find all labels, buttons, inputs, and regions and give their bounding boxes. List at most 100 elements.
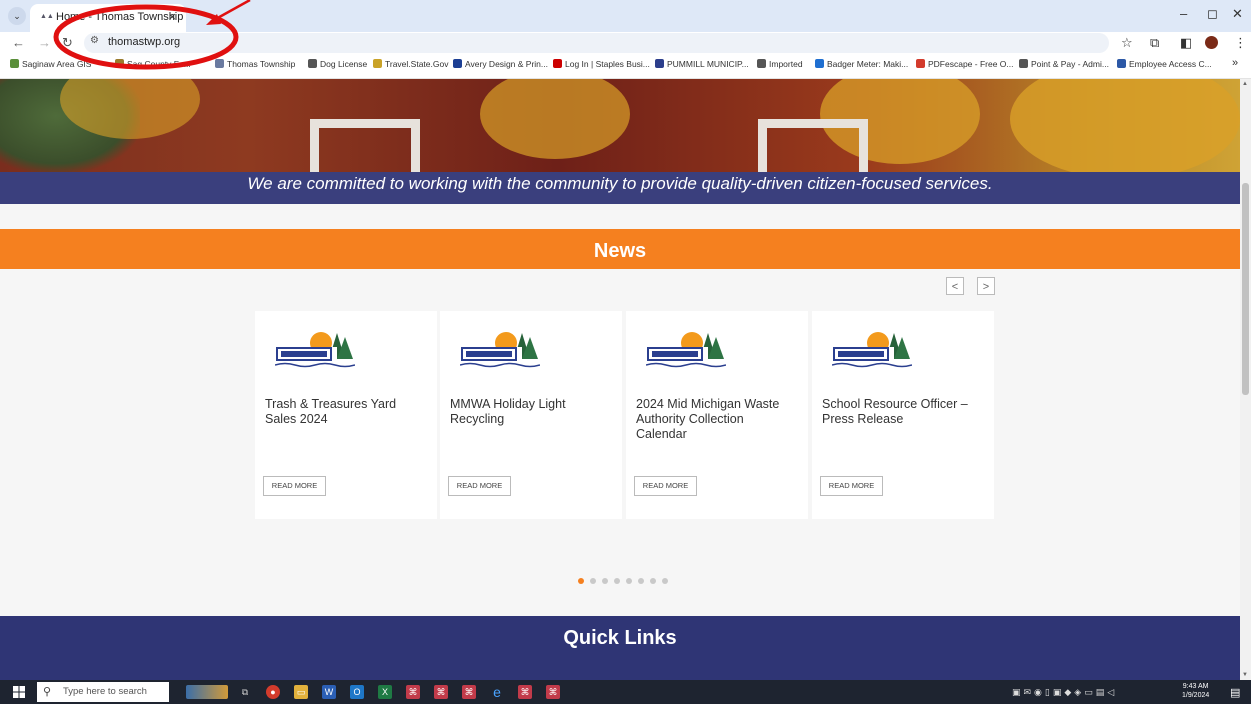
bookmark-item[interactable]: PUMMILL MUNICIP... — [655, 59, 749, 69]
read-more-button[interactable]: READ MORE — [634, 476, 697, 496]
scroll-up-icon[interactable]: ▲ — [1242, 81, 1248, 87]
system-tray-icons[interactable]: ▣✉◉▯▣◆◈▭▤◁ — [1012, 687, 1117, 698]
reload-icon[interactable]: ↻ — [62, 35, 73, 51]
tab-close-icon[interactable]: × — [168, 9, 176, 24]
pager-dot[interactable] — [602, 578, 608, 584]
windows-taskbar: ⚲ Type here to search ⧉ ● ▭ W O X ⌘ ⌘ ⌘ … — [0, 680, 1251, 704]
read-more-button[interactable]: READ MORE — [263, 476, 326, 496]
restore-icon[interactable]: ◻ — [1207, 6, 1218, 22]
bookmark-label: Log In | Staples Busi... — [565, 59, 650, 69]
bookmark-item[interactable]: Avery Design & Prin... — [453, 59, 548, 69]
news-prev-button[interactable]: < — [946, 277, 964, 295]
url-text[interactable]: thomastwp.org — [108, 36, 180, 48]
bookmarks-bar: Saginaw Area GIS Sag County Fo... Thomas T… — [0, 54, 1251, 79]
pager-dot[interactable] — [662, 578, 668, 584]
pager-dot[interactable] — [590, 578, 596, 584]
bookmark-item[interactable]: Dog License — [308, 59, 367, 69]
back-icon[interactable]: ← — [12, 35, 25, 50]
page-viewport: We are committed to working with the com… — [0, 79, 1240, 680]
bookmark-item[interactable]: Log In | Staples Busi... — [553, 59, 650, 69]
news-card-title[interactable]: 2024 Mid Michigan Waste Authority Collec… — [636, 397, 796, 442]
page-scrollbar[interactable]: ▲ ▼ — [1240, 79, 1251, 680]
pdf-app-icon[interactable]: ⌘ — [406, 685, 420, 699]
notification-icon[interactable]: ▤ — [1230, 686, 1240, 699]
scroll-down-icon[interactable]: ▼ — [1242, 672, 1248, 678]
tagline-text: We are committed to working with the com… — [247, 174, 993, 193]
taskbar-clock[interactable]: 9:43 AM 1/9/2024 — [1182, 682, 1209, 700]
read-more-button[interactable]: READ MORE — [448, 476, 511, 496]
bookmarks-overflow-icon[interactable]: » — [1232, 57, 1238, 69]
file-explorer-icon[interactable]: ▭ — [294, 685, 308, 699]
bookmark-label: Imported — [769, 59, 803, 69]
bookmark-label: Dog License — [320, 59, 368, 69]
pdf-app-icon[interactable]: ⌘ — [518, 685, 532, 699]
township-favicon-icon — [215, 59, 224, 68]
side-panel-icon[interactable]: ◧ — [1180, 35, 1192, 51]
thomas-township-logo — [275, 332, 355, 368]
word-icon[interactable]: W — [322, 685, 336, 699]
forward-icon[interactable]: → — [38, 35, 51, 50]
bookmark-label: Thomas Township — [227, 59, 296, 69]
pager-dot[interactable] — [638, 578, 644, 584]
pdf-app-icon[interactable]: ⌘ — [434, 685, 448, 699]
pdf-app-icon[interactable]: ⌘ — [462, 685, 476, 699]
read-more-button[interactable]: READ MORE — [820, 476, 883, 496]
bookmark-label: Saginaw Area GIS — [22, 59, 92, 69]
quick-links-heading: Quick Links — [563, 627, 677, 649]
chrome-icon[interactable]: ● — [266, 685, 280, 699]
pdf-icon — [916, 59, 925, 68]
bookmark-item[interactable]: Employee Access C... — [1117, 59, 1212, 69]
bookmark-item[interactable]: Thomas Township — [215, 59, 295, 69]
bookmark-label: Travel.State.Gov — [385, 59, 449, 69]
bookmark-item[interactable]: Badger Meter: Maki... — [815, 59, 908, 69]
clock-time: 9:43 AM — [1182, 683, 1209, 690]
globe-icon — [1019, 59, 1028, 68]
pdf-app-icon[interactable]: ⌘ — [546, 685, 560, 699]
news-widget-icon[interactable] — [186, 685, 228, 699]
news-next-button[interactable]: > — [977, 277, 995, 295]
scrollbar-thumb[interactable] — [1242, 183, 1249, 395]
bookmark-item[interactable]: PDFescape - Free O... — [916, 59, 1014, 69]
news-card-title[interactable]: Trash & Treasures Yard Sales 2024 — [265, 397, 425, 427]
browser-toolbar: ← → ↻ ⚙ thomastwp.org ☆ ⧉ ◧ ⋮ — [0, 32, 1251, 54]
globe-icon — [373, 59, 382, 68]
close-icon[interactable]: ✕ — [1232, 6, 1243, 22]
address-bar[interactable]: ⚙ thomastwp.org — [84, 33, 1109, 53]
pager-dot[interactable] — [614, 578, 620, 584]
tab-home[interactable]: ▲▲ Home - Thomas Township × — [30, 4, 186, 32]
site-info-icon[interactable]: ⚙ — [90, 35, 99, 46]
bookmark-star-icon[interactable]: ☆ — [1121, 35, 1133, 51]
bookmark-label: Sag County Fo... — [127, 59, 191, 69]
search-icon — [655, 59, 664, 68]
bookmark-item[interactable]: Imported — [757, 59, 803, 69]
minimize-icon[interactable]: – — [1180, 6, 1187, 21]
news-card-title[interactable]: School Resource Officer – Press Release — [822, 397, 982, 427]
bookmark-label: PDFescape - Free O... — [928, 59, 1014, 69]
tab-search-dropdown[interactable]: ⌄ — [8, 7, 26, 25]
tab-strip: ⌄ ▲▲ Home - Thomas Township × – ◻ ✕ — [0, 0, 1251, 32]
pager-dot[interactable] — [626, 578, 632, 584]
extensions-icon[interactable]: ⧉ — [1150, 35, 1159, 51]
profile-avatar[interactable] — [1205, 36, 1218, 49]
staples-icon — [553, 59, 562, 68]
pager-dot[interactable] — [578, 578, 584, 584]
taskbar-search-placeholder: Type here to search — [63, 686, 147, 697]
edge-icon[interactable]: e — [490, 685, 504, 699]
windows-start-icon[interactable] — [13, 686, 25, 698]
bookmark-label: Avery Design & Prin... — [465, 59, 548, 69]
excel-icon[interactable]: X — [378, 685, 392, 699]
bookmark-item[interactable]: Point & Pay - Admi... — [1019, 59, 1109, 69]
news-card-title[interactable]: MMWA Holiday Light Recycling — [450, 397, 610, 427]
menu-icon[interactable]: ⋮ — [1234, 35, 1247, 51]
taskbar-search[interactable]: ⚲ Type here to search — [37, 682, 169, 702]
bookmark-item[interactable]: Sag County Fo... — [115, 59, 191, 69]
bookmark-item[interactable]: Travel.State.Gov — [373, 59, 448, 69]
outlook-icon[interactable]: O — [350, 685, 364, 699]
task-view-icon[interactable]: ⧉ — [238, 685, 252, 699]
pager-dot[interactable] — [650, 578, 656, 584]
folder-icon — [757, 59, 766, 68]
bookmark-item[interactable]: Saginaw Area GIS — [10, 59, 91, 69]
bookmark-label: Badger Meter: Maki... — [827, 59, 909, 69]
map-icon — [10, 59, 19, 68]
seal-icon — [115, 59, 124, 68]
